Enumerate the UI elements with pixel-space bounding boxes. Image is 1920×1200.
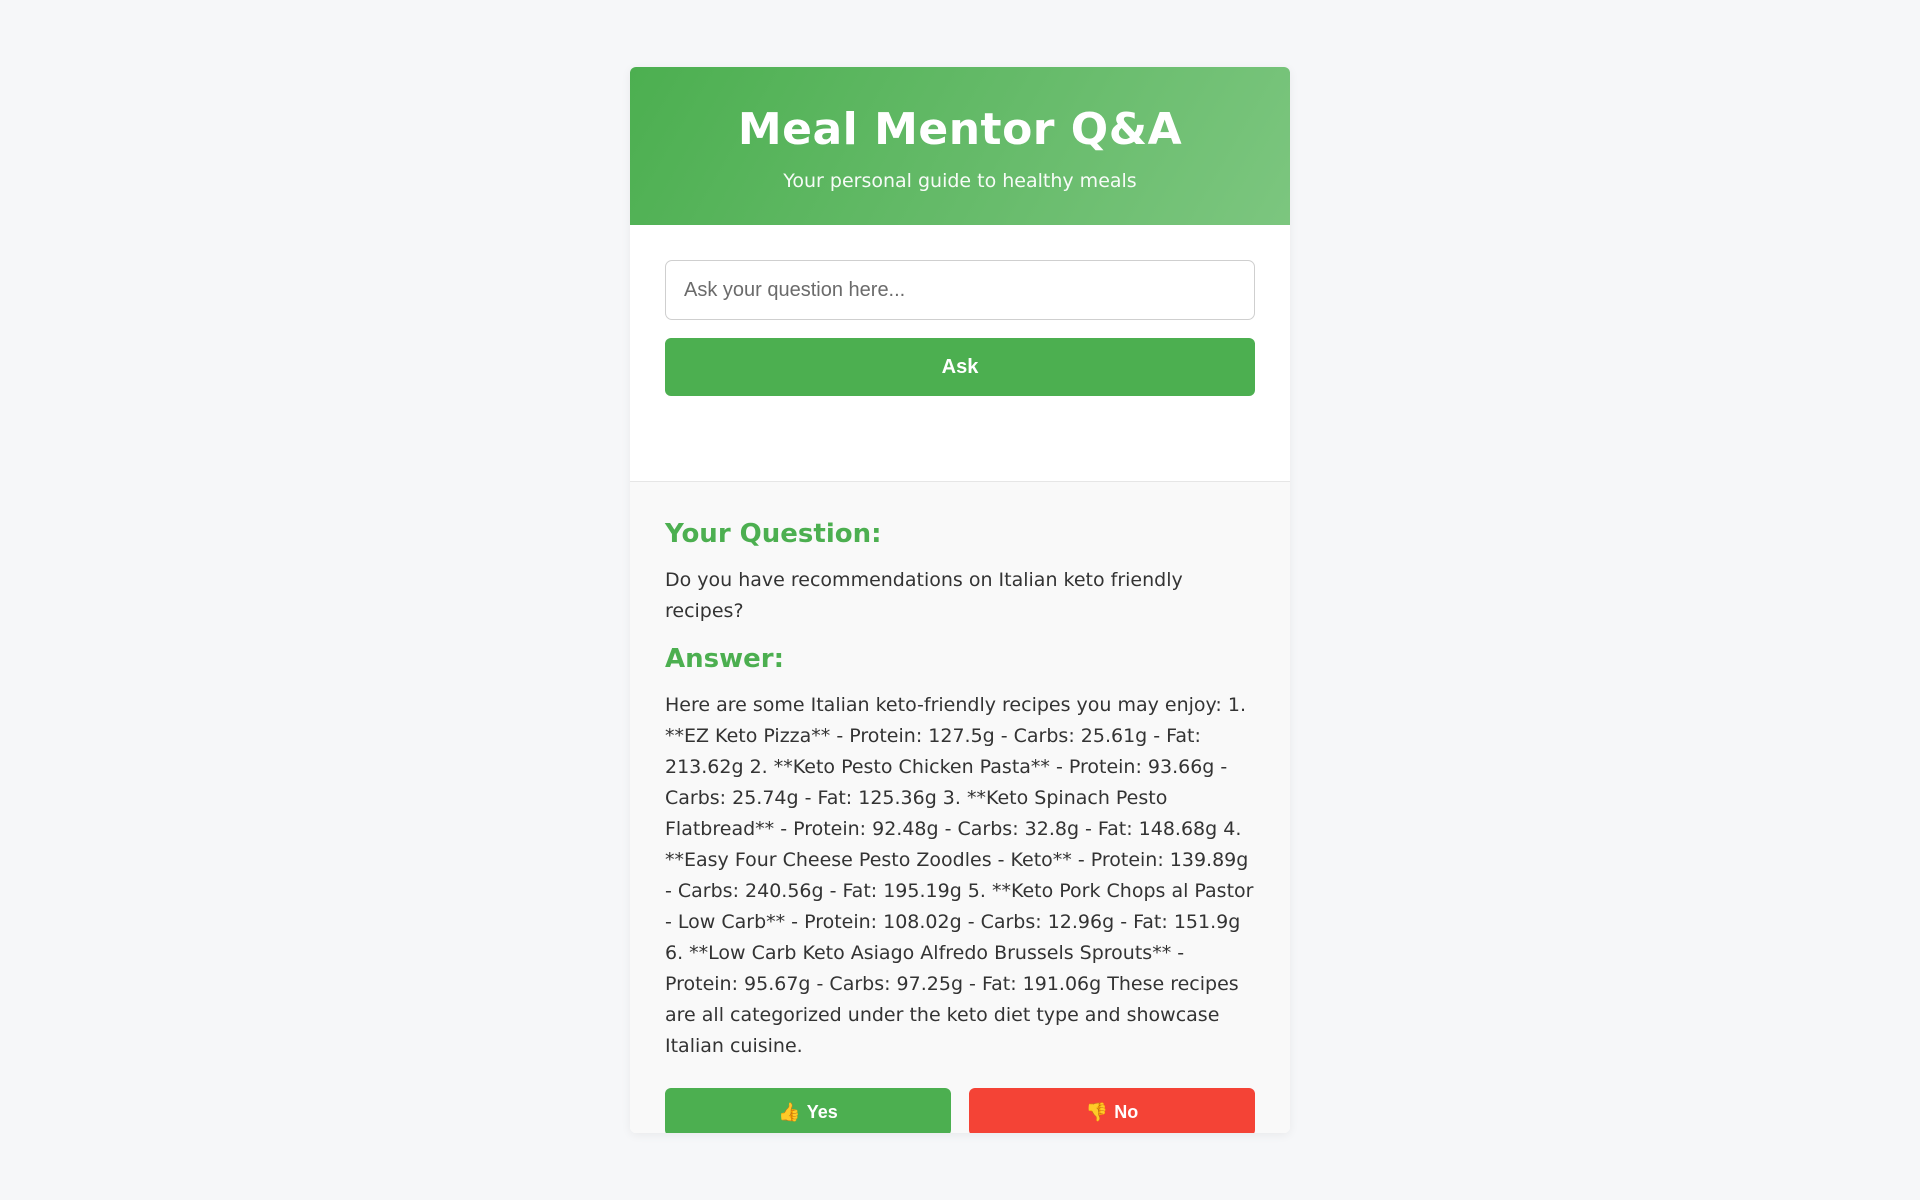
app-subtitle: Your personal guide to healthy meals <box>783 170 1137 192</box>
answer-heading: Answer: <box>665 644 784 674</box>
question-input[interactable] <box>665 260 1255 320</box>
feedback-no-button[interactable]: 👎 No <box>969 1088 1255 1133</box>
question-heading: Your Question: <box>665 519 882 549</box>
thumbs-down-icon: 👎 <box>1085 1101 1109 1122</box>
feedback-no-label: No <box>1114 1101 1139 1122</box>
result-panel: Your Question: Do you have recommendatio… <box>630 482 1290 1133</box>
feedback-yes-button[interactable]: 👍 Yes <box>665 1088 951 1133</box>
thumbs-up-icon: 👍 <box>778 1101 801 1122</box>
app-title: Meal Mentor Q&A <box>737 104 1183 155</box>
ask-button[interactable]: Ask <box>665 338 1255 396</box>
question-text: Do you have recommendations on Italian k… <box>665 569 1183 622</box>
answer-text: Here are some Italian keto-friendly reci… <box>665 694 1254 1057</box>
feedback-buttons: 👍 Yes 👎 No <box>665 1088 1255 1133</box>
ask-form: Ask <box>630 225 1290 482</box>
feedback-yes-label: Yes <box>806 1101 838 1122</box>
app-header: Meal Mentor Q&A Your personal guide to h… <box>630 67 1290 225</box>
qa-card: Meal Mentor Q&A Your personal guide to h… <box>630 67 1290 1133</box>
